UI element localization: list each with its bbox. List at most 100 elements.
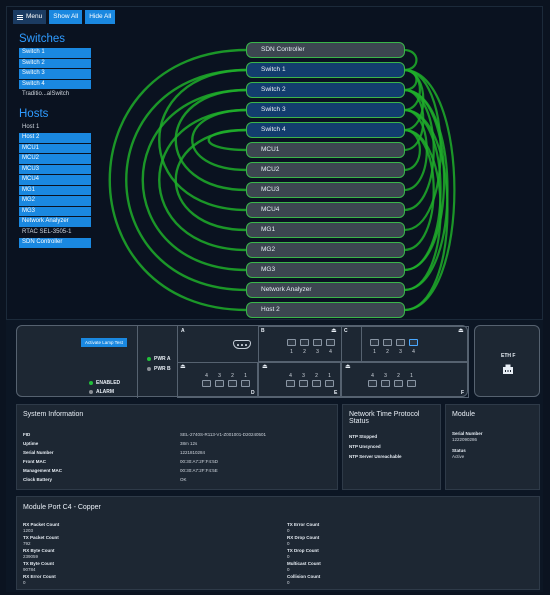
network-port-icon[interactable] xyxy=(383,339,392,346)
eject-icon[interactable]: ⏏ xyxy=(345,363,351,370)
eject-icon[interactable]: ⏏ xyxy=(262,363,268,370)
topology-node[interactable]: Switch 4 xyxy=(246,122,405,138)
network-port-icon[interactable] xyxy=(312,380,321,387)
device-front-panel: Activate Lamp Test ENABLED ALARM PWR A P… xyxy=(16,325,469,398)
port-number: 3 xyxy=(399,349,402,355)
port-number: 3 xyxy=(302,373,305,379)
sidebar-item-switch-3[interactable]: Switch 3 xyxy=(19,69,91,79)
module-status-value: Active xyxy=(452,454,465,459)
system-info-title: System Information xyxy=(23,411,84,418)
eject-icon[interactable]: ⏏ xyxy=(331,327,337,334)
ntp-title: Network Time Protocol Status xyxy=(349,411,420,425)
network-port-icon[interactable] xyxy=(300,339,309,346)
topology-node[interactable]: Network Analyzer xyxy=(246,282,405,298)
alarm-label: ALARM xyxy=(96,389,115,395)
module-serial-label: Serial Number xyxy=(452,431,483,436)
port-number: 1 xyxy=(328,373,331,379)
network-port-icon[interactable] xyxy=(299,380,308,387)
network-port-icon[interactable] xyxy=(287,339,296,346)
sidebar-item-mcu2[interactable]: MCU2 xyxy=(19,154,91,164)
sidebar: Switches Switch 1 Switch 2 Switch 3 Swit… xyxy=(19,29,91,249)
port-number: 2 xyxy=(397,373,400,379)
port-stat-value: 0 xyxy=(287,580,290,585)
serial-port-icon[interactable] xyxy=(233,340,251,349)
topology-node[interactable]: Host 2 xyxy=(246,302,405,318)
enabled-indicator: ENABLED xyxy=(89,380,120,386)
sidebar-item-switch-1[interactable]: Switch 1 xyxy=(19,48,91,58)
network-port-icon[interactable] xyxy=(396,339,405,346)
network-port-icon[interactable] xyxy=(394,380,403,387)
sidebar-item-switch-4[interactable]: Switch 4 xyxy=(19,79,91,89)
topology-node[interactable]: MCU2 xyxy=(246,162,405,178)
module-a-label: A xyxy=(181,328,185,334)
port-stat-value: 90784 xyxy=(23,567,36,572)
port-number: 2 xyxy=(315,373,318,379)
sidebar-item-mg3[interactable]: MG3 xyxy=(19,206,91,216)
system-info-label: Uptime xyxy=(23,441,39,446)
sidebar-item-mcu3[interactable]: MCU3 xyxy=(19,164,91,174)
sidebar-item-mg2[interactable]: MG2 xyxy=(19,196,91,206)
network-port-icon[interactable] xyxy=(326,339,335,346)
port-number: 4 xyxy=(329,349,332,355)
network-link[interactable] xyxy=(108,48,248,312)
module-card: Module Serial Number 1222090286 Status A… xyxy=(445,404,540,490)
sidebar-item-mcu4[interactable]: MCU4 xyxy=(19,175,91,185)
network-port-icon[interactable] xyxy=(286,380,295,387)
system-info-label: Front MAC xyxy=(23,459,46,464)
topology-node[interactable]: MG3 xyxy=(246,262,405,278)
system-info-label: Clock Battery xyxy=(23,477,53,482)
sidebar-item-host-2[interactable]: Host 2 xyxy=(19,133,91,143)
eject-icon[interactable]: ⏏ xyxy=(180,363,186,370)
system-info-value: 00:30:A7:2F:F4:5E xyxy=(180,468,218,473)
topology-node[interactable]: Switch 1 xyxy=(246,62,405,78)
topology-node[interactable]: MG2 xyxy=(246,242,405,258)
system-info-value: 38m 12s xyxy=(180,441,198,446)
port-stat-label: RX Drop Count xyxy=(287,535,320,540)
lamp-test-button[interactable]: Activate Lamp Test xyxy=(81,338,127,347)
menu-button[interactable]: Menu xyxy=(13,10,47,24)
network-port-icon[interactable] xyxy=(381,380,390,387)
topology-node[interactable]: Switch 2 xyxy=(246,82,405,98)
port-number: 4 xyxy=(412,349,415,355)
hide-all-button[interactable]: Hide All xyxy=(85,10,116,24)
sidebar-item-mg1[interactable]: MG1 xyxy=(19,185,91,195)
sidebar-item-rtac[interactable]: RTAC SEL-3505-1 xyxy=(19,228,91,238)
network-port-icon[interactable] xyxy=(228,380,237,387)
port-number: 3 xyxy=(218,373,221,379)
enabled-led-icon xyxy=(89,381,93,385)
network-link[interactable] xyxy=(207,128,248,152)
hosts-header: Hosts xyxy=(19,107,49,120)
alarm-led-icon xyxy=(89,390,93,394)
sidebar-item-mcu1[interactable]: MCU1 xyxy=(19,143,91,153)
sidebar-item-host-1[interactable]: Host 1 xyxy=(19,123,91,133)
network-port-icon[interactable] xyxy=(241,380,250,387)
ethernet-port-icon[interactable] xyxy=(502,364,514,374)
ntp-stopped: NTP Stopped xyxy=(349,434,378,439)
topology-node[interactable]: MG1 xyxy=(246,222,405,238)
port-number: 1 xyxy=(373,349,376,355)
sidebar-item-switch-2[interactable]: Switch 2 xyxy=(19,58,91,68)
network-port-icon[interactable] xyxy=(202,380,211,387)
network-port-icon[interactable] xyxy=(215,380,224,387)
network-port-icon[interactable] xyxy=(325,380,334,387)
network-port-icon[interactable] xyxy=(368,380,377,387)
topology-node[interactable]: SDN Controller xyxy=(246,42,405,58)
network-link[interactable] xyxy=(403,48,418,72)
topology-node[interactable]: MCU1 xyxy=(246,142,405,158)
sidebar-item-network-analyzer[interactable]: Network Analyzer xyxy=(19,217,91,227)
show-all-button[interactable]: Show All xyxy=(49,10,83,24)
network-port-icon[interactable] xyxy=(370,339,379,346)
eth-f-label: ETH F xyxy=(501,353,516,359)
network-port-icon[interactable] xyxy=(313,339,322,346)
sidebar-item-traditional-switch[interactable]: Traditio...alSwitch xyxy=(19,90,91,100)
topology-node[interactable]: Switch 3 xyxy=(246,102,405,118)
topology-node[interactable]: MCU3 xyxy=(246,182,405,198)
network-port-icon[interactable] xyxy=(407,380,416,387)
port-number: 4 xyxy=(371,373,374,379)
network-link[interactable] xyxy=(125,68,248,292)
pwr-a-label: PWR A xyxy=(154,356,171,362)
topology-node[interactable]: MCU4 xyxy=(246,202,405,218)
network-port-icon[interactable] xyxy=(409,339,418,346)
sidebar-item-sdn-controller[interactable]: SDN Controller xyxy=(19,238,91,248)
eject-icon[interactable]: ⏏ xyxy=(458,327,464,334)
